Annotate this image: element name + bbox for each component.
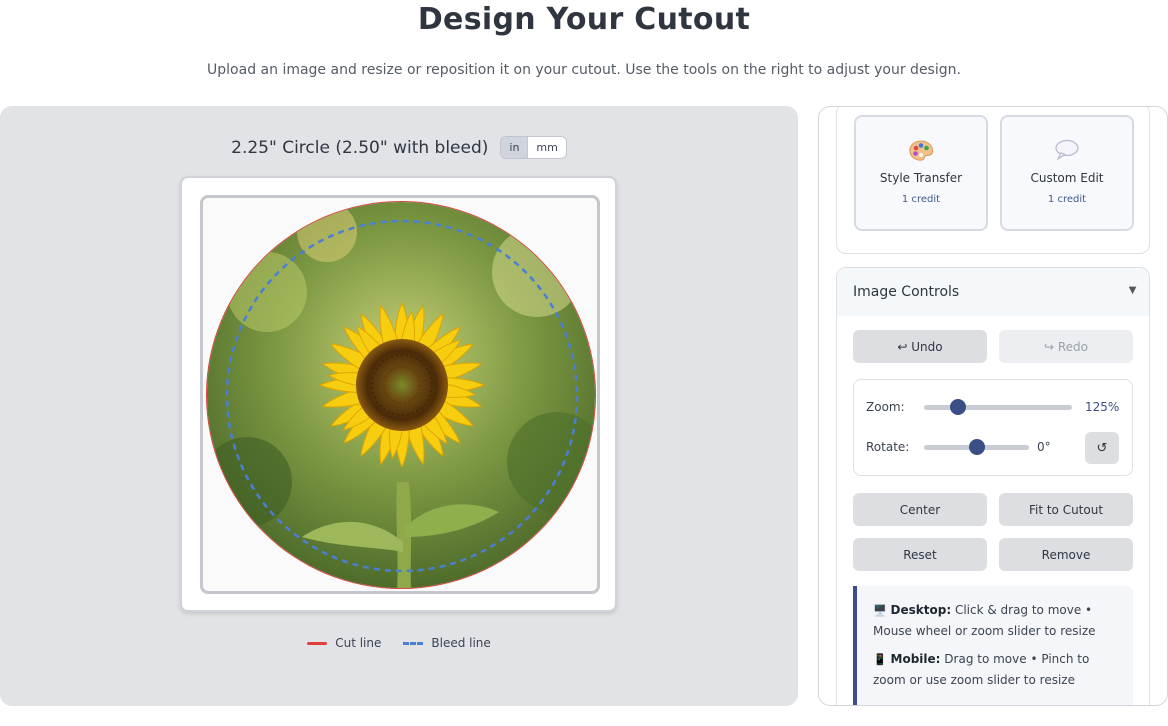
mobile-icon: 📱 [873,653,887,666]
legend-cut-line: Cut line [307,636,381,650]
desktop-tip: 🖥️ Desktop: Click & drag to move • Mouse… [873,600,1123,642]
center-button[interactable]: Center [853,493,987,526]
remove-button[interactable]: Remove [999,538,1133,571]
legend-cut-label: Cut line [335,636,382,650]
style-transfer-label: Style Transfer [879,171,963,185]
page-title: Design Your Cutout [417,2,751,37]
undo-button[interactable]: ↩ Undo [853,330,987,363]
zoom-slider-thumb[interactable] [950,399,967,415]
speech-bubble-icon [1055,139,1079,161]
image-controls-header[interactable]: Image Controls ▼ [837,268,1149,316]
zoom-value: 125% [1085,400,1120,414]
size-row: 2.25" Circle (2.50" with bleed) in mm [0,136,798,159]
usage-tips: 🖥️ Desktop: Click & drag to move • Mouse… [853,586,1133,705]
reset-button[interactable]: Reset [853,538,987,571]
line-legend: Cut line Bleed line [0,636,798,650]
image-controls-title: Image Controls [853,284,960,300]
tools-sidebar: Style Transfer 1 credit Custom Edit 1 cr… [818,106,1168,706]
cutout-size-label: 2.25" Circle (2.50" with bleed) [231,137,489,158]
design-canvas-panel: 2.25" Circle (2.50" with bleed) in mm Cu… [0,106,798,706]
ai-tools-card: Style Transfer 1 credit Custom Edit 1 cr… [836,107,1150,254]
unit-mm-button[interactable]: mm [527,137,566,158]
collapse-triangle-icon[interactable]: ▼ [1126,282,1139,297]
rotate-slider-thumb[interactable] [968,439,985,455]
bleed-line-swatch [403,641,424,645]
cutout-frame-inner [200,195,600,594]
rotate-value: 0° [1037,440,1051,454]
desktop-tip-label: Desktop: [890,603,952,617]
cut-line-swatch [307,641,328,645]
palette-icon [909,140,934,161]
reset-rotation-icon[interactable]: ↺ [1085,432,1119,464]
style-transfer-credit: 1 credit [901,194,941,205]
cutout-frame [180,176,617,612]
legend-bleed-label: Bleed line [431,636,491,650]
rotate-label: Rotate: [866,440,910,454]
custom-edit-credit: 1 credit [1047,194,1087,205]
unit-in-button[interactable]: in [501,137,528,158]
custom-edit-button[interactable]: Custom Edit 1 credit [1000,115,1134,231]
zoom-label: Zoom: [866,400,905,414]
custom-edit-label: Custom Edit [1030,171,1104,185]
desktop-icon: 🖥️ [873,604,887,617]
redo-button[interactable]: ↪ Redo [999,330,1133,363]
rotate-slider[interactable] [924,439,1029,455]
mobile-tip-label: Mobile: [890,652,941,666]
image-controls-card: Image Controls ▼ ↩ Undo ↪ Redo Zoom: 125… [836,267,1150,705]
page-subtitle: Upload an image and resize or reposition… [207,62,961,78]
sunflower-image [207,202,595,588]
legend-bleed-line: Bleed line [403,636,491,650]
transform-sliders: Zoom: 125% Rotate: 0° ↺ [853,379,1133,476]
style-transfer-button[interactable]: Style Transfer 1 credit [854,115,988,231]
zoom-slider[interactable] [924,399,1072,415]
cutout-image-area[interactable] [206,201,596,589]
mobile-tip: 📱 Mobile: Drag to move • Pinch to zoom o… [873,649,1123,691]
fit-to-cutout-button[interactable]: Fit to Cutout [999,493,1133,526]
unit-toggle: in mm [500,136,567,159]
